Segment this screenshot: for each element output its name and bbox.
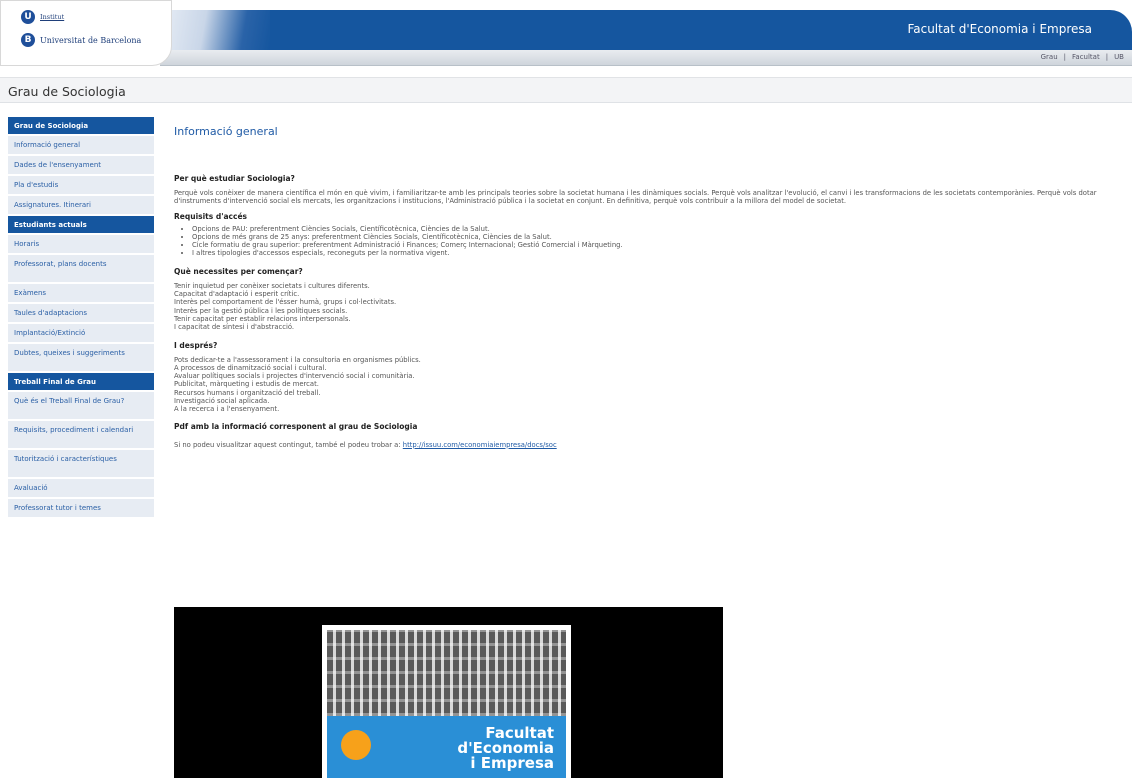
faculty-title[interactable]: Facultat d'Economia i Empresa — [907, 22, 1092, 36]
heading-pdf: Pdf amb la informació corresponent al gr… — [174, 421, 418, 431]
text-line: A processos de dinamització social i cul… — [174, 363, 327, 372]
site-header: U Institut B Universitat de Barcelona Facu… — [0, 0, 1132, 72]
university-logo[interactable]: U Institut B Universitat de Barcelona — [0, 0, 172, 66]
pdf-viewer[interactable]: Facultat d'Economia i Empresa — [174, 607, 723, 778]
sidebar-item-dades-ensenyament[interactable]: Dades de l'ensenyament — [8, 156, 154, 174]
top-link-ub[interactable]: UB — [1114, 53, 1124, 61]
page: U Institut B Universitat de Barcelona Facu… — [0, 0, 1132, 778]
requisits-list: Opcions de PAU: preferentment Ciències S… — [192, 225, 1124, 258]
top-links: Grau | Facultat | UB — [1041, 53, 1124, 61]
top-link-grau[interactable]: Grau — [1041, 53, 1058, 61]
list-item: I altres tipologies d'accessos especials… — [192, 249, 1124, 257]
header-banner: Facultat d'Economia i Empresa — [160, 10, 1132, 50]
cover-photo — [327, 630, 566, 716]
sidebar-item-avaluacio[interactable]: Avaluació — [8, 479, 154, 497]
logo-line1: Institut — [40, 13, 65, 21]
sidebar-item-pla-estudis[interactable]: Pla d'estudis — [8, 176, 154, 194]
section-title: Informació general — [174, 125, 278, 138]
banner-decoration — [160, 10, 270, 50]
sidebar-heading-estudiants[interactable]: Estudiants actuals — [8, 216, 154, 233]
separator: | — [1105, 53, 1109, 61]
main-content: Informació general Per què estudiar Soci… — [174, 117, 1124, 449]
cover-badge-icon — [341, 730, 371, 760]
cover-blue-panel: Facultat d'Economia i Empresa — [327, 716, 566, 778]
sidebar: Grau de Sociologia Informació general Da… — [8, 117, 154, 519]
heading-requisits: Requisits d'accés — [174, 211, 248, 221]
text-line: A la recerca i a l'ensenyament. — [174, 405, 280, 414]
sidebar-item-taules-adaptacions[interactable]: Taules d'adaptacions — [8, 304, 154, 322]
heading-i-despres: I després? — [174, 340, 218, 350]
top-link-facultat[interactable]: Facultat — [1072, 53, 1100, 61]
list-item: Opcions de més grans de 25 anys: prefere… — [192, 233, 1124, 241]
text-line: Publicitat, màrqueting i estudis de merc… — [174, 380, 319, 389]
brochure-cover[interactable]: Facultat d'Economia i Empresa — [322, 625, 571, 778]
text-line: Avaluar polítiques socials i projectes d… — [174, 372, 415, 381]
separator: | — [1063, 53, 1067, 61]
sidebar-item-informacio-general[interactable]: Informació general — [8, 136, 154, 154]
heading-que-necessites: Què necessites per començar? — [174, 266, 303, 276]
text-line: Tenir capacitat per establir relacions i… — [174, 314, 351, 323]
necessites-block: Tenir inquietud per conèixer societats i… — [174, 282, 1124, 332]
title-bar: Grau de Sociologia — [0, 77, 1132, 103]
text-line: Tenir inquietud per conèixer societats i… — [174, 281, 370, 290]
sidebar-item-que-es-tfg[interactable]: Què és el Treball Final de Grau? — [8, 392, 154, 419]
sidebar-item-dubtes[interactable]: Dubtes, queixes i suggeriments — [8, 344, 154, 371]
despres-block: Pots dedicar-te a l'assessorament i la c… — [174, 356, 1124, 414]
sidebar-item-tutoritzacio[interactable]: Tutorització i característiques — [8, 450, 154, 477]
paragraph-per-que-estudiar: Perquè vols conèixer de manera científic… — [174, 189, 1097, 206]
logo-mark-icon: U — [21, 10, 35, 24]
sidebar-item-professorat[interactable]: Professorat, plans docents — [8, 255, 154, 282]
text-line: I capacitat de síntesi i d'abstracció. — [174, 323, 295, 332]
header-subbar: Grau | Facultat | UB — [160, 50, 1132, 66]
sidebar-heading-tfg[interactable]: Treball Final de Grau — [8, 373, 154, 390]
text-line: Investigació social aplicada. — [174, 397, 270, 406]
cover-title: Facultat d'Economia i Empresa — [457, 724, 554, 772]
pdf-info: Si no podeu visualitzar aquest contingut… — [174, 441, 1124, 449]
sidebar-item-horaris[interactable]: Horaris — [8, 235, 154, 253]
sidebar-item-professorat-tutor[interactable]: Professorat tutor i temes — [8, 499, 154, 517]
issuu-link[interactable]: http://issuu.com/economiaiempresa/docs/s… — [403, 441, 557, 449]
sidebar-heading-grau[interactable]: Grau de Sociologia — [8, 117, 154, 134]
text-line: Interès per la gestió pública i les polí… — [174, 306, 348, 315]
pdf-text: Si no podeu visualitzar aquest contingut… — [174, 440, 401, 449]
logo-line2: Universitat de Barcelona — [40, 35, 142, 45]
list-item: Opcions de PAU: preferentment Ciències S… — [192, 225, 1124, 233]
logo-mark-icon: B — [21, 33, 35, 47]
text-line: Pots dedicar-te a l'assessorament i la c… — [174, 355, 421, 364]
text-line: Interès pel comportament de l'ésser humà… — [174, 298, 397, 307]
page-title: Grau de Sociologia — [8, 84, 126, 99]
sidebar-item-examens[interactable]: Exàmens — [8, 284, 154, 302]
text-line: Capacitat d'adaptació i esperit crític. — [174, 290, 300, 299]
list-item: Cicle formatiu de grau superior: prefere… — [192, 241, 1124, 249]
text-line: Recursos humans i organització del treba… — [174, 388, 321, 397]
sidebar-item-requisits[interactable]: Requisits, procediment i calendari — [8, 421, 154, 448]
heading-per-que-estudiar: Per què estudiar Sociologia? — [174, 174, 295, 183]
sidebar-item-assignatures[interactable]: Assignatures. Itinerari — [8, 196, 154, 214]
sidebar-item-implantacio[interactable]: Implantació/Extinció — [8, 324, 154, 342]
